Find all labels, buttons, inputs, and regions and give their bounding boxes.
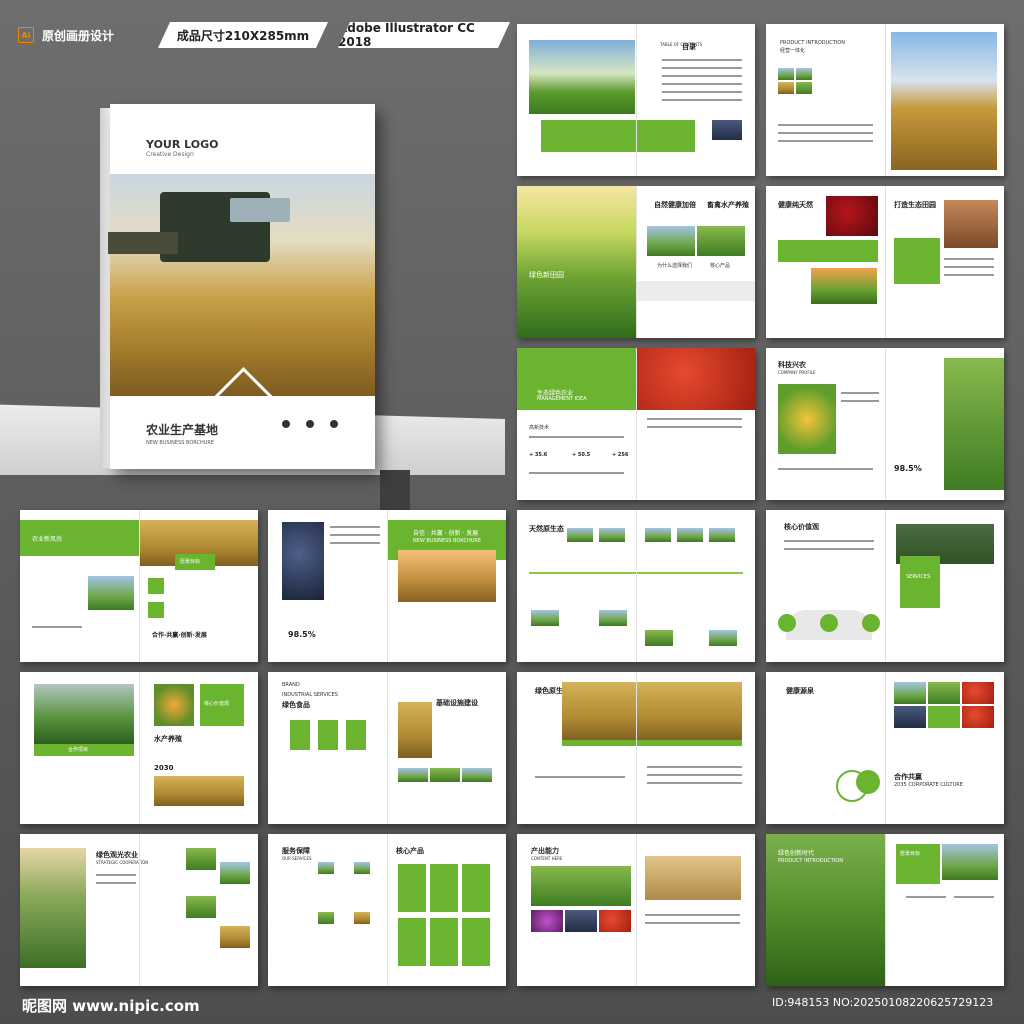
spread-green-innovation: 绿色创新时代 PRODUCT INTRODUCTION 愿景目标 [766, 834, 1004, 986]
stat-a: + 35.6 [529, 452, 548, 458]
spread-subtitle: INDUSTRIAL SERVICES [282, 692, 338, 698]
cover-book: YOUR LOGO Creative Design 农业生产基地 NEW BUS… [108, 104, 375, 469]
spread-tech-agri: 科技兴农 COMPANY PROFILE 98.5% [766, 348, 1004, 500]
spread-green-food: BRAND INDUSTRIAL SERVICES 绿色食品 基础设施建设 [268, 672, 506, 824]
label-vision: 愿景目标 [180, 559, 201, 565]
spread-title: 农业新风尚 [32, 536, 63, 543]
spread-title: 天然原生态 [529, 525, 564, 533]
spread-core-values: 核心价值观 SERVICES [766, 510, 1004, 662]
motto: 合作·共赢·创新·发展 [152, 632, 207, 639]
cover-logo: YOUR LOGO [146, 138, 219, 151]
label-year: 2030 [154, 764, 174, 772]
stat-c: + 256 [612, 452, 629, 458]
spread-contents: 目录 TABLE OF CONTENTS [517, 24, 755, 176]
table-leg [380, 470, 410, 510]
spread-title: 绿色创新时代 [778, 850, 815, 857]
spread-aquaculture: 合作项目 核心价值观 水产养殖 2030 [20, 672, 258, 824]
spread-subtitle: 经营一体化 [780, 48, 806, 54]
label-tech: 高新技术 [529, 425, 550, 431]
spread-health-source: 健康源泉 合作共赢 2035 CORPORATE CULTURE [766, 672, 1004, 824]
spread-subtitle: PRODUCT INTRODUCTION [778, 858, 843, 864]
spread-service-guarantee: 服务保障 OUR SERVICES 核心产品 [268, 834, 506, 986]
spread-output-capacity: 产出能力 CONTENT HERE [517, 834, 755, 986]
label-core-values: 核心价值观 [204, 701, 230, 707]
spread-title-a: 健康纯天然 [778, 201, 813, 209]
spread-subtitle: COMPANY PROFILE [778, 370, 816, 375]
footer-site: 昵图网 www.nipic.com [22, 997, 200, 1015]
label-core-product: 核心产品 [710, 263, 731, 269]
spread-title-a: 自然健康加倍 [654, 201, 696, 209]
spread-natural-eco: 天然原生态 [517, 510, 755, 662]
label-corporate-culture: 2035 CORPORATE CULTURE [894, 782, 963, 788]
cover-photo-harvest [108, 174, 375, 396]
spread-title: 科技兴农 [778, 361, 806, 369]
spread-subtitle: STRATEGIC COOPERATION [96, 860, 149, 865]
illustrator-icon: Ai [18, 27, 34, 43]
label-vision: 愿景目标 [900, 851, 921, 857]
spread-title-b: 核心产品 [396, 847, 424, 855]
spread-subtitle: TABLE OF CONTENTS [660, 42, 703, 47]
spread-subtitle: MANAGEMENT IDEA [537, 396, 587, 402]
spread-eco-tourism: 绿色观光农业 STRATEGIC COOPERATION [20, 834, 258, 986]
cover-title: 农业生产基地 [146, 423, 219, 437]
spread-green-eco: 绿色原生态 [517, 672, 755, 824]
spread-subtitle: NEW BUSINESS BORCHURE [413, 538, 482, 544]
book-spine [100, 108, 110, 468]
cover-logo-sub: Creative Design [146, 151, 194, 158]
location-icon [330, 420, 338, 428]
spread-title: 核心价值观 [784, 523, 819, 531]
spread-eco-agri: 生态绿色农业 MANAGEMENT IDEA 高新技术 + 35.6 + 50.… [517, 348, 755, 500]
footer-id: ID:948153 NO:20250108220625729123 [772, 996, 994, 1009]
spread-title: 服务保障 [282, 847, 310, 855]
stat-percent: 98.5% [288, 630, 316, 639]
label-aquaculture: 水产养殖 [154, 735, 182, 743]
label-cooperation: 合作共赢 [894, 773, 922, 781]
spread-subtitle: OUR SERVICES [282, 856, 312, 861]
header-title: 原创画册设计 [42, 28, 115, 43]
spread-product-intro: PRODUCT INTRODUCTION 经营一体化 [766, 24, 1004, 176]
services-label: SERVICES [906, 574, 931, 580]
harvester-image [108, 192, 290, 262]
spread-title-b: 基础设施建设 [436, 699, 478, 707]
cover-subtitle: NEW BUSINESS BORCHURE [146, 440, 215, 446]
spread-new-business: 98.5% 自信 · 共赢 · 创新 · 发展 NEW BUSINESS BOR… [268, 510, 506, 662]
software-pill: Adobe Illustrator CC 2018 [338, 22, 510, 48]
spread-title: 产出能力 [531, 847, 559, 855]
label-why-us: 为什么选择我们 [657, 263, 693, 269]
header-left: Ai 原创画册设计 [18, 22, 114, 48]
spread-title: 绿色观光农业 [96, 851, 138, 859]
mail-icon [306, 420, 314, 428]
brand-label: BRAND [282, 682, 300, 688]
spread-agri-fashion: 农业新风尚 愿景目标 合作·共赢·创新·发展 [20, 510, 258, 662]
stat-percent: 98.5% [894, 464, 922, 473]
spread-subtitle: CONTENT HERE [531, 856, 563, 861]
header-title-tag: Ai 原创画册设计 [18, 22, 114, 48]
stat-b: + 50.5 [572, 452, 591, 458]
label-project: 合作项目 [68, 747, 89, 753]
spread-title-b: 打造生态田园 [894, 201, 936, 209]
spread-title: 绿色食品 [282, 701, 310, 709]
phone-icon [282, 420, 290, 428]
spread-title: 自信 · 共赢 · 创新 · 发展 [413, 530, 479, 537]
spread-title: PRODUCT INTRODUCTION [780, 40, 845, 46]
spread-title: 健康源泉 [786, 687, 814, 695]
spread-title-b: 畜禽水产养殖 [707, 201, 749, 209]
spread-pure-natural: 健康纯天然 打造生态田园 [766, 186, 1004, 338]
size-pill: 成品尺寸210X285mm [158, 22, 328, 48]
spread-heading: 绿色新田园 [529, 271, 564, 279]
spread-natural-health: 绿色新田园 自然健康加倍 畜禽水产养殖 为什么选择我们 核心产品 [517, 186, 755, 338]
